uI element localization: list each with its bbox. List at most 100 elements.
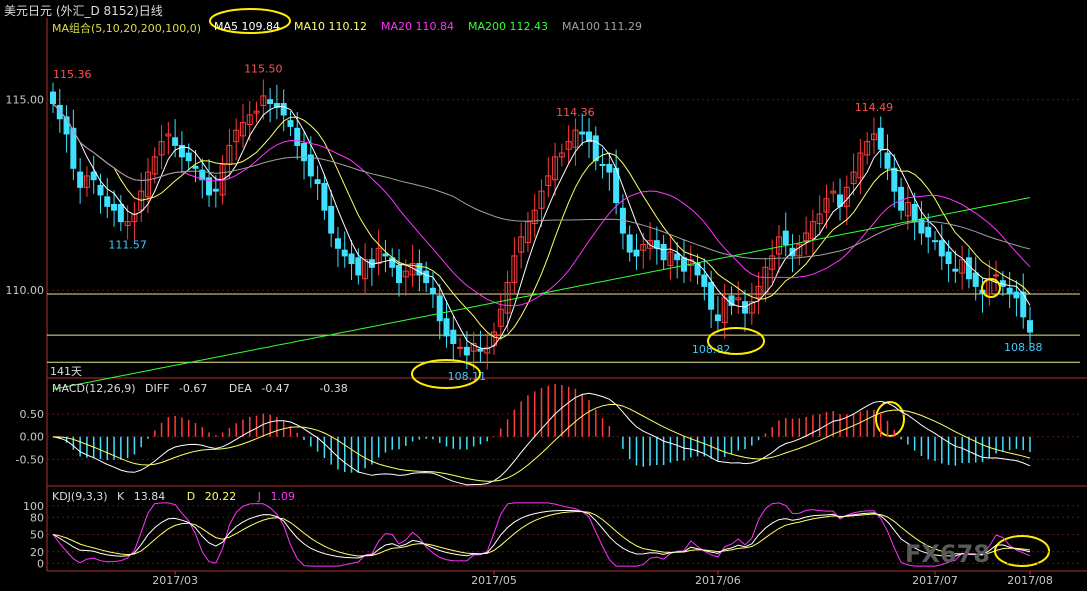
candle-body <box>423 270 430 284</box>
candle-body <box>382 253 389 257</box>
candle-body <box>104 196 111 207</box>
d-label: D <box>186 490 196 503</box>
candle-body <box>972 272 979 287</box>
candle-body <box>891 167 898 192</box>
candle-body <box>301 143 308 162</box>
candle-body <box>877 127 884 150</box>
price-annotation: 108.82 <box>692 343 731 356</box>
candle-body <box>328 205 335 234</box>
x-tick-label: 2017/08 <box>1007 574 1053 587</box>
candle-body <box>443 318 450 337</box>
candle-body <box>185 152 192 162</box>
candle-body <box>77 171 84 188</box>
candle-body <box>321 183 328 211</box>
candle-body <box>294 127 301 146</box>
candle-body <box>674 253 681 261</box>
k-value: 13.84 <box>133 490 166 503</box>
kdj-tick-label: 0 <box>37 557 44 570</box>
candle-body <box>56 104 63 120</box>
x-tick-label: 2017/03 <box>152 574 198 587</box>
watermark: FX678 <box>905 540 990 568</box>
macd-name: MACD(12,26,9) <box>52 382 136 395</box>
x-tick-label: 2017/06 <box>695 574 741 587</box>
macd-tick-label: 0.50 <box>20 408 45 421</box>
candle-body <box>965 257 972 280</box>
candle-body <box>660 243 667 261</box>
candle-body <box>90 171 97 181</box>
macd-tick-label: -0.50 <box>16 453 44 466</box>
j-value: 1.09 <box>270 490 295 503</box>
macd-value: -0.38 <box>319 382 348 395</box>
candle-body <box>117 203 124 223</box>
candle-body <box>457 346 464 349</box>
price-tick-label: 110.00 <box>6 284 45 297</box>
candle-body <box>1020 291 1027 318</box>
candle-body <box>932 240 939 243</box>
candle-body <box>592 135 599 162</box>
candle-body <box>429 287 436 295</box>
candle-body <box>463 346 470 356</box>
candle-body <box>334 238 341 249</box>
candle-body <box>1013 291 1020 299</box>
ma-combo-label: MA组合(5,10,20,200,100,0) <box>52 22 202 35</box>
candle-body <box>314 179 321 185</box>
candle-body <box>172 137 179 146</box>
candle-body <box>898 186 905 211</box>
ma-legend-item: MA5 109.84 <box>214 20 280 33</box>
price-tick-label: 115.00 <box>6 94 45 107</box>
candle-body <box>396 264 403 284</box>
price-annotation: 115.36 <box>53 68 92 81</box>
candle-body <box>212 188 219 192</box>
days-label: 141天 <box>50 365 82 378</box>
candle-body <box>701 274 708 287</box>
candle-body <box>477 348 484 352</box>
candle-body <box>1027 320 1033 333</box>
kdj-highlight <box>994 535 1050 567</box>
price-annotation: 108.88 <box>1004 341 1043 354</box>
candle-body <box>280 103 287 116</box>
candle-body <box>1006 287 1013 295</box>
candle-body <box>450 329 457 345</box>
kdj-tick-label: 80 <box>30 511 44 524</box>
candle-body <box>945 251 952 265</box>
kdj-name: KDJ(9,3,3) <box>52 490 108 503</box>
candle-body <box>911 203 918 223</box>
ma-legend-item: MA10 110.12 <box>294 20 367 33</box>
candle-body <box>436 295 443 322</box>
kdj-tick-label: 50 <box>30 529 44 542</box>
candle-body <box>884 152 891 169</box>
candle-body <box>267 99 274 105</box>
candle-body <box>50 91 56 105</box>
candle-body <box>993 274 1000 277</box>
d-value: 20.22 <box>204 490 237 503</box>
x-tick-label: 2017/07 <box>912 574 958 587</box>
candle-body <box>680 257 687 272</box>
candle-body <box>192 165 199 169</box>
candle-body <box>599 163 606 166</box>
ma-legend-item: MA100 111.29 <box>562 20 642 33</box>
dea-value: -0.47 <box>261 382 290 395</box>
candle-body <box>938 240 945 257</box>
diff-label: DIFF <box>145 382 170 395</box>
x-tick-label: 2017/05 <box>471 574 517 587</box>
low-108-82-highlight <box>707 327 765 355</box>
candle-body <box>714 314 721 322</box>
candle-body <box>348 253 355 265</box>
j-label: J <box>257 490 261 503</box>
diff-value: -0.67 <box>178 382 208 395</box>
candle-body <box>708 282 715 310</box>
ma-legend: MA5 109.84 MA10 110.12 MA20 110.84 MA200 11… <box>214 20 656 33</box>
macd-header: MACD(12,26,9) DIFF -0.67 DEA -0.47 -0.38 <box>52 382 348 395</box>
candle-body <box>579 131 586 135</box>
candle-body <box>355 257 362 276</box>
candle-body <box>341 249 348 257</box>
ma-legend-item: MA20 110.84 <box>381 20 454 33</box>
macd-tick-label: 0.00 <box>20 431 45 444</box>
price-annotation: 115.50 <box>244 63 283 76</box>
price-annotation: 111.57 <box>108 238 147 251</box>
candle-body <box>626 234 633 253</box>
dea-label: DEA <box>228 382 252 395</box>
ma-legend-item: MA200 112.43 <box>468 20 548 33</box>
candle-body <box>925 226 932 238</box>
kdj-header: KDJ(9,3,3) K 13.84 D 20.22 J 1.09 <box>52 490 295 503</box>
